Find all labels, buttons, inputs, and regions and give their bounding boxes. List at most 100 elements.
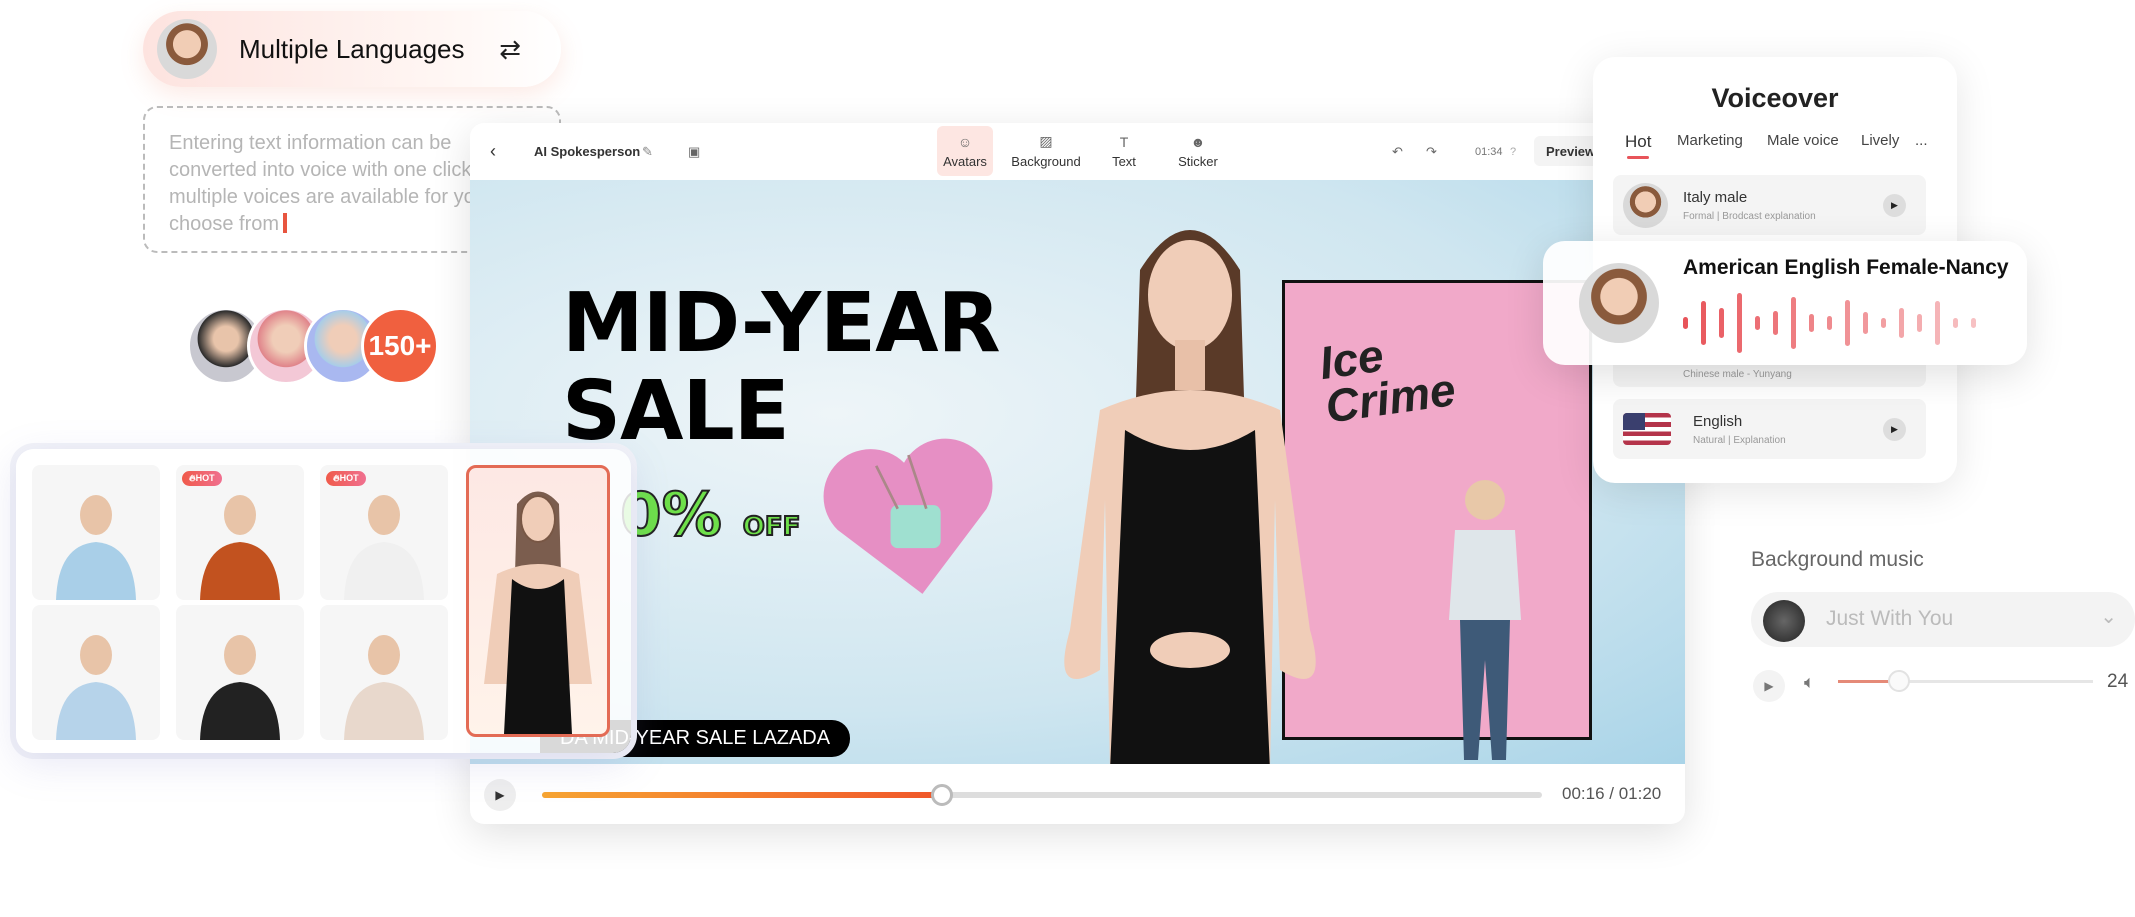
avatar-option[interactable] xyxy=(176,605,304,740)
tool-label: Background xyxy=(1011,154,1081,169)
waveform-bar xyxy=(1737,293,1742,353)
waveform-bar xyxy=(1971,318,1976,328)
voice-item[interactable]: English Natural | Explanation ▶ xyxy=(1613,399,1926,459)
help-icon[interactable]: ? xyxy=(1510,123,1516,180)
volume-icon: 🔈︎ xyxy=(1804,672,1815,692)
music-play-button[interactable]: ▶ xyxy=(1753,670,1785,702)
text-input-value: Entering text information can be convert… xyxy=(169,132,509,235)
volume-knob[interactable] xyxy=(1888,670,1911,692)
voice-item[interactable]: Italy male Formal | Brodcast explanation… xyxy=(1613,175,1926,235)
avatar-figure xyxy=(56,635,136,740)
playback-time: 00:16 / 01:20 xyxy=(1562,784,1662,803)
avatar xyxy=(157,19,217,79)
tool-text[interactable]: T Text xyxy=(1096,126,1152,176)
back-icon[interactable]: ‹ xyxy=(490,123,496,180)
background-icon: ▨ xyxy=(1039,133,1053,149)
waveform-bar xyxy=(1863,312,1868,334)
girl-photo xyxy=(1449,480,1521,760)
avatar-figure xyxy=(344,495,424,600)
tool-label: Text xyxy=(1112,153,1136,169)
waveform-bar xyxy=(1683,317,1688,329)
play-icon[interactable]: ▶ xyxy=(1883,194,1906,217)
music-cover xyxy=(1763,600,1805,642)
avatar-figure xyxy=(200,495,280,600)
waveform-bar xyxy=(1791,297,1796,349)
video-canvas[interactable]: Ice Crime MID-YEAR SALE 0% OFF DA MID-YE… xyxy=(470,180,1685,764)
voiceover-title: Voiceover xyxy=(1711,83,1839,113)
editor-toolbar: ‹ AI Spokesperson ✎ ▣ ☺ Avatars ▨ Backgrou… xyxy=(470,123,1685,180)
tab-more[interactable]: ... xyxy=(1915,132,1928,149)
us-flag-icon xyxy=(1623,413,1671,445)
progress-fill xyxy=(542,792,942,798)
save-icon[interactable]: ▣ xyxy=(688,123,700,180)
avatar-figure xyxy=(56,495,136,600)
volume-value: 24 xyxy=(2107,671,2129,692)
discount-value: 0% xyxy=(619,479,723,551)
waveform-bar xyxy=(1917,314,1922,332)
voice-desc: Formal | Brodcast explanation xyxy=(1683,211,1816,222)
play-icon[interactable]: ▶ xyxy=(1883,418,1906,441)
tool-avatars[interactable]: ☺ Avatars xyxy=(937,126,993,176)
avatar-icon: ☺ xyxy=(957,133,973,150)
text-icon: T xyxy=(1119,133,1129,150)
music-select[interactable]: Just With You ⌄ xyxy=(1751,592,2135,647)
audio-waveform xyxy=(1683,293,1976,353)
heart-bag-sticker xyxy=(823,438,993,594)
progress-knob[interactable] xyxy=(931,784,953,806)
waveform-bar xyxy=(1845,300,1850,346)
waveform-bar xyxy=(1809,314,1814,332)
edit-icon[interactable]: ✎ xyxy=(642,123,653,180)
waveform-bar xyxy=(1881,318,1886,328)
sticker-icon: ☻ xyxy=(1190,133,1206,150)
avatar-option[interactable] xyxy=(32,465,160,600)
presenter-avatar xyxy=(1064,230,1316,764)
avatar-grid-panel: 🔥︎HOT 🔥︎HOT xyxy=(16,449,631,753)
editor-window: ‹ AI Spokesperson ✎ ▣ ☺ Avatars ▨ Backgrou… xyxy=(470,123,1685,824)
tool-background[interactable]: ▨ Background xyxy=(1010,126,1082,176)
tool-label: Avatars xyxy=(943,153,987,169)
avatar-option[interactable]: 🔥︎HOT xyxy=(320,465,448,600)
tool-sticker[interactable]: ☻ Sticker xyxy=(1170,126,1226,176)
avatar-figure xyxy=(200,635,280,740)
voice-desc: Natural | Explanation xyxy=(1693,435,1786,446)
tool-label: Sticker xyxy=(1178,153,1218,169)
music-track: Just With You xyxy=(1826,607,1954,630)
repeat-icon[interactable]: ⇄ xyxy=(499,34,521,65)
play-button[interactable]: ▶ xyxy=(484,779,516,811)
waveform-bar xyxy=(1755,316,1760,330)
voice-name: English xyxy=(1693,413,1743,430)
waveform-bar xyxy=(1773,311,1778,335)
avatar-option[interactable]: 🔥︎HOT xyxy=(176,465,304,600)
waveform-bar xyxy=(1701,301,1706,345)
waveform-bar xyxy=(1899,308,1904,338)
hot-badge: 🔥︎HOT xyxy=(326,471,366,486)
avatar-option[interactable] xyxy=(32,605,160,740)
undo-icon[interactable]: ↶ xyxy=(1392,123,1403,180)
multiple-languages-pill[interactable]: Multiple Languages ⇄ xyxy=(143,11,561,87)
volume-track[interactable] xyxy=(1838,680,2093,683)
selected-avatar-figure xyxy=(484,491,592,734)
tab-hot[interactable]: Hot xyxy=(1625,132,1651,152)
selected-avatar[interactable] xyxy=(466,465,610,737)
active-tab-indicator xyxy=(1627,156,1649,159)
chevron-down-icon[interactable]: ⌄ xyxy=(2100,604,2117,629)
background-music-title: Background music xyxy=(1751,548,1924,571)
duration: 01:34 xyxy=(1475,145,1503,158)
project-name[interactable]: AI Spokesperson xyxy=(534,123,640,180)
waveform-bar xyxy=(1719,308,1724,338)
voice-name: Italy male xyxy=(1683,189,1748,206)
featured-voice-name: American English Female-Nancy xyxy=(1683,256,2009,279)
avatar-count-badge[interactable]: 150+ xyxy=(361,307,439,385)
progress-track[interactable] xyxy=(542,792,1542,798)
tab-male-voice[interactable]: Male voice xyxy=(1767,132,1839,149)
redo-icon[interactable]: ↷ xyxy=(1426,123,1437,180)
waveform-bar xyxy=(1935,301,1940,345)
discount-text: 0% OFF xyxy=(619,479,801,551)
tab-marketing[interactable]: Marketing xyxy=(1677,132,1743,149)
text-caret xyxy=(283,213,288,233)
featured-voice-card[interactable]: American English Female-Nancy xyxy=(1543,241,2027,365)
voice-avatar xyxy=(1623,183,1668,228)
tab-lively[interactable]: Lively xyxy=(1861,132,1899,149)
avatar-option[interactable] xyxy=(320,605,448,740)
avatar-figure xyxy=(344,635,424,740)
